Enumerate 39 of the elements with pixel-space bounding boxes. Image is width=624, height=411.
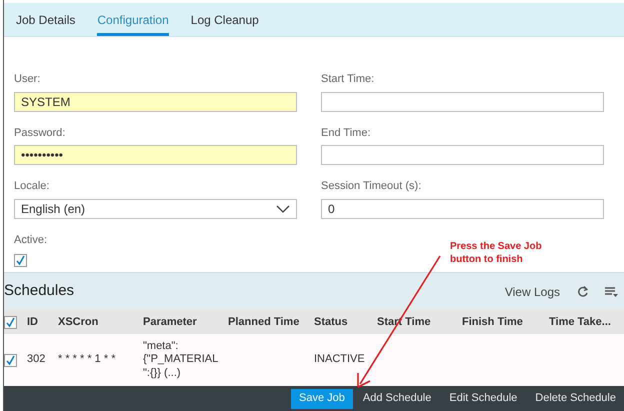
table-row[interactable]: 302 * * * * * 1 * * "meta": {"P_MATERIAL ":{}} (...) INACTIVE: [4, 334, 624, 386]
tab[interactable]: Job Details: [16, 3, 76, 36]
footer-button[interactable]: Delete Schedule: [527, 388, 624, 408]
input-field[interactable]: 0: [321, 198, 604, 218]
select-all-checkbox[interactable]: [4, 316, 17, 328]
field-label: Active:: [14, 232, 48, 248]
column-header[interactable]: Finish Time: [462, 314, 523, 330]
field-label: Session Timeout (s):: [321, 179, 422, 194]
view-logs-button[interactable]: View Logs: [504, 282, 561, 302]
table-cell: 302: [27, 353, 46, 367]
field-label: Password:: [14, 126, 66, 140]
column-header[interactable]: Parameter: [143, 314, 197, 330]
field-label: Locale:: [14, 179, 50, 194]
settings-icon[interactable]: [605, 286, 618, 298]
refresh-icon[interactable]: [577, 285, 589, 298]
input-field[interactable]: [321, 92, 604, 112]
annotation-text: Press the Save Job button to finish: [450, 240, 543, 266]
column-header[interactable]: Status: [314, 314, 348, 330]
tab[interactable]: Log Cleanup: [190, 3, 259, 36]
table-cell-text: "meta": {"P_MATERIAL ":{}} (...): [143, 340, 219, 380]
table-cell: INACTIVE: [314, 353, 365, 367]
input-field[interactable]: [321, 145, 604, 165]
input-field[interactable]: SYSTEM: [14, 92, 297, 112]
input-field[interactable]: ••••••••••: [14, 145, 297, 165]
field-label: Start Time:: [321, 72, 376, 87]
section-title: Schedules: [4, 281, 76, 302]
active-checkbox[interactable]: [14, 254, 27, 267]
field-label: End Time:: [321, 126, 372, 140]
row-checkbox[interactable]: [4, 354, 17, 366]
footer-button[interactable]: Edit Schedule: [441, 388, 526, 408]
column-header[interactable]: ID: [27, 314, 38, 330]
column-header[interactable]: Time Take...: [549, 314, 611, 330]
field-label: User:: [14, 72, 42, 87]
chevron-down-icon[interactable]: [276, 204, 290, 212]
footer-button[interactable]: Add Schedule: [354, 388, 440, 408]
locale-dropdown[interactable]: English (en): [14, 198, 297, 218]
column-header[interactable]: XSCron: [58, 314, 98, 330]
column-header[interactable]: Planned Time: [228, 314, 300, 330]
table-cell: * * * * * 1 * *: [58, 353, 116, 367]
